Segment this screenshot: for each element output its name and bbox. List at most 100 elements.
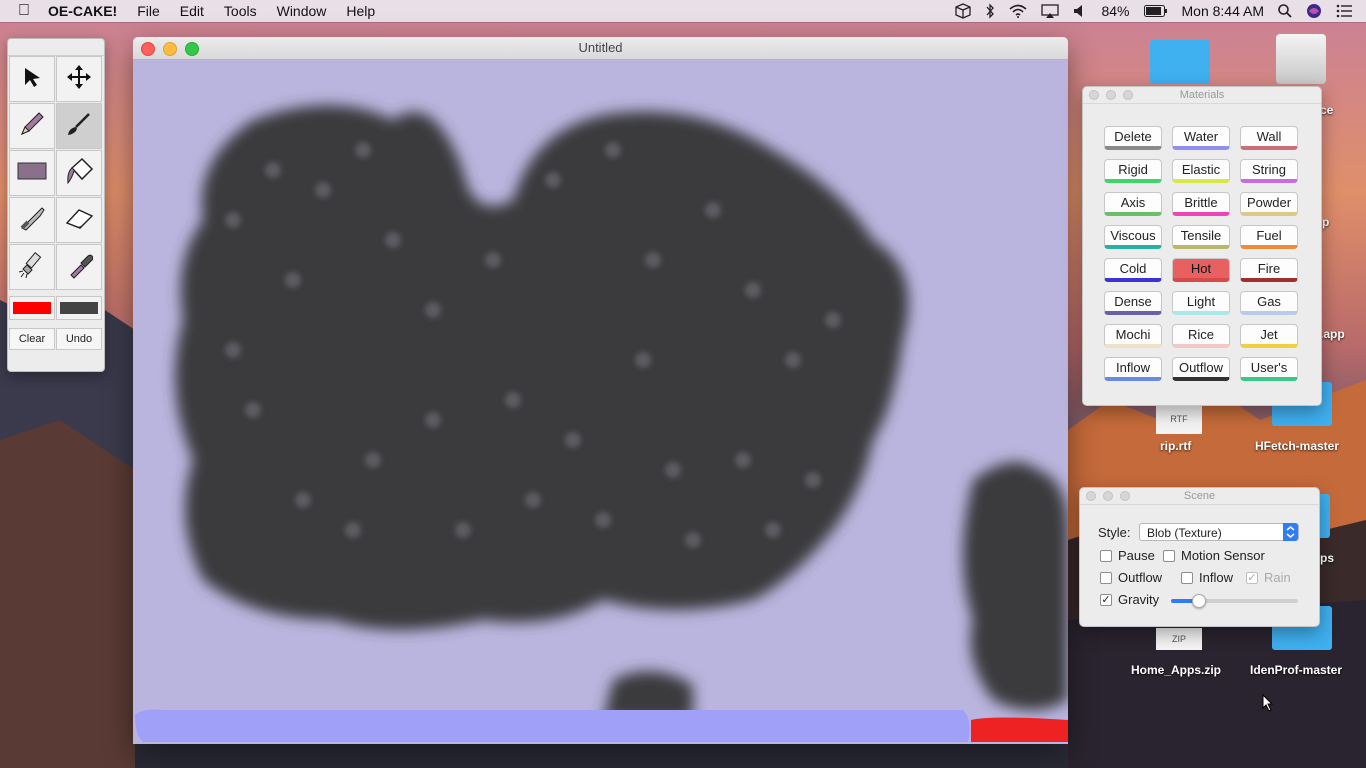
zip-file-icon[interactable]: ZIP xyxy=(1156,628,1202,650)
menu-app-name[interactable]: OE-CAKE! xyxy=(38,0,127,22)
fill-tool-button[interactable] xyxy=(56,150,102,196)
close-button[interactable] xyxy=(141,42,155,56)
desktop-label-home-apps[interactable]: Home_Apps.zip xyxy=(1131,663,1221,677)
material-button-cold[interactable]: Cold xyxy=(1104,258,1162,282)
material-button-powder[interactable]: Powder xyxy=(1240,192,1298,216)
scene-titlebar[interactable]: Scene xyxy=(1080,488,1319,505)
material-button-jet[interactable]: Jet xyxy=(1240,324,1298,348)
material-button-fuel[interactable]: Fuel xyxy=(1240,225,1298,249)
dropper-tool-button[interactable] xyxy=(56,244,102,290)
menu-window[interactable]: Window xyxy=(267,0,337,22)
material-button-inflow[interactable]: Inflow xyxy=(1104,357,1162,381)
primary-color-swatch[interactable] xyxy=(9,296,55,320)
material-button-axis[interactable]: Axis xyxy=(1104,192,1162,216)
outflow-checkbox[interactable]: Outflow xyxy=(1100,570,1162,585)
secondary-color-swatch[interactable] xyxy=(56,296,102,320)
minimize-button[interactable] xyxy=(163,42,177,56)
siri-icon[interactable] xyxy=(1306,3,1322,19)
menu-edit[interactable]: Edit xyxy=(170,0,214,22)
rectangle-tool-button[interactable] xyxy=(9,150,55,196)
main-window: Untitled xyxy=(133,37,1068,744)
close-button[interactable] xyxy=(1089,90,1099,100)
wifi-icon[interactable] xyxy=(1009,4,1027,18)
desktop-label-ce[interactable]: ce xyxy=(1320,103,1333,117)
rain-checkbox[interactable]: ✓ Rain xyxy=(1246,570,1291,585)
material-button-rice[interactable]: Rice xyxy=(1172,324,1230,348)
box-icon[interactable] xyxy=(955,3,972,19)
inflow-checkbox-box[interactable] xyxy=(1181,571,1193,584)
materials-titlebar[interactable]: Materials xyxy=(1083,87,1321,104)
desktop-folder[interactable] xyxy=(1150,40,1210,84)
motion-sensor-checkbox[interactable]: Motion Sensor xyxy=(1163,548,1265,563)
motion-sensor-checkbox-box[interactable] xyxy=(1163,549,1175,562)
gravity-checkbox[interactable]: ✓ Gravity xyxy=(1100,592,1159,607)
desktop-label-hfetch[interactable]: HFetch-master xyxy=(1255,439,1339,453)
palette-titlebar[interactable] xyxy=(8,39,104,56)
desktop-drive-icon[interactable] xyxy=(1276,34,1326,84)
outflow-checkbox-box[interactable] xyxy=(1100,571,1112,584)
move-tool-button[interactable] xyxy=(56,56,102,102)
undo-button[interactable]: Undo xyxy=(56,328,102,350)
menu-file[interactable]: File xyxy=(127,0,170,22)
material-button-brittle[interactable]: Brittle xyxy=(1172,192,1230,216)
brush-tool-button[interactable] xyxy=(56,103,102,149)
clear-button[interactable]: Clear xyxy=(9,328,55,350)
minimize-button[interactable] xyxy=(1106,90,1116,100)
pause-checkbox[interactable]: Pause xyxy=(1100,548,1155,563)
inflow-checkbox[interactable]: Inflow xyxy=(1181,570,1233,585)
material-button-delete[interactable]: Delete xyxy=(1104,126,1162,150)
zoom-button[interactable] xyxy=(1120,491,1130,501)
material-button-water[interactable]: Water xyxy=(1172,126,1230,150)
clock[interactable]: Mon 8:44 AM xyxy=(1182,3,1265,19)
material-button-wall[interactable]: Wall xyxy=(1240,126,1298,150)
close-button[interactable] xyxy=(1086,491,1096,501)
minimize-button[interactable] xyxy=(1103,491,1113,501)
flashlight-tool-button[interactable] xyxy=(9,244,55,290)
zoom-button[interactable] xyxy=(1123,90,1133,100)
bluetooth-icon[interactable] xyxy=(985,3,995,19)
desktop-label-idenprof[interactable]: IdenProf-master xyxy=(1250,663,1342,677)
zoom-button[interactable] xyxy=(185,42,199,56)
material-button-gas[interactable]: Gas xyxy=(1240,291,1298,315)
desktop-label-ps[interactable]: ps xyxy=(1320,551,1334,565)
gravity-slider[interactable] xyxy=(1171,594,1298,608)
menu-tools[interactable]: Tools xyxy=(214,0,267,22)
material-button-light[interactable]: Light xyxy=(1172,291,1230,315)
notification-center-icon[interactable] xyxy=(1336,4,1352,18)
material-button-users[interactable]: User's xyxy=(1240,357,1298,381)
knife-tool-button[interactable] xyxy=(9,197,55,243)
scene-panel: Scene Style: Blob (Texture) Pause Motion… xyxy=(1079,487,1320,627)
battery-icon[interactable] xyxy=(1143,5,1168,17)
pencil-tool-button[interactable] xyxy=(9,103,55,149)
material-button-mochi[interactable]: Mochi xyxy=(1104,324,1162,348)
rtf-file-icon[interactable]: RTF xyxy=(1156,404,1202,434)
desktop-label-p[interactable]: p xyxy=(1322,215,1329,229)
search-icon[interactable] xyxy=(1278,4,1292,18)
material-button-outflow[interactable]: Outflow xyxy=(1172,357,1230,381)
material-button-fire[interactable]: Fire xyxy=(1240,258,1298,282)
airplay-icon[interactable] xyxy=(1041,4,1060,18)
window-titlebar[interactable]: Untitled xyxy=(133,37,1068,60)
pause-checkbox-box[interactable] xyxy=(1100,549,1112,562)
gravity-slider-knob[interactable] xyxy=(1191,594,1206,608)
select-tool-button[interactable] xyxy=(9,56,55,102)
menu-help[interactable]: Help xyxy=(336,0,385,22)
desktop-label-app[interactable]: .app xyxy=(1320,327,1345,341)
rain-checkbox-box[interactable]: ✓ xyxy=(1246,571,1258,584)
material-button-dense[interactable]: Dense xyxy=(1104,291,1162,315)
material-button-viscous[interactable]: Viscous xyxy=(1104,225,1162,249)
style-select[interactable]: Blob (Texture) xyxy=(1139,523,1299,541)
simulation-canvas[interactable] xyxy=(133,60,1068,744)
material-button-rigid[interactable]: Rigid xyxy=(1104,159,1162,183)
eraser-tool-button[interactable] xyxy=(56,197,102,243)
material-button-elastic[interactable]: Elastic xyxy=(1172,159,1230,183)
gravity-checkbox-box[interactable]: ✓ xyxy=(1100,593,1112,606)
volume-icon[interactable] xyxy=(1073,4,1087,18)
material-button-string[interactable]: String xyxy=(1240,159,1298,183)
battery-percent[interactable]: 84% xyxy=(1101,3,1129,19)
desktop-label-rip-rtf[interactable]: rip.rtf xyxy=(1160,439,1191,453)
material-button-tensile[interactable]: Tensile xyxy=(1172,225,1230,249)
simulation-blob xyxy=(133,60,1068,744)
material-button-hot[interactable]: Hot xyxy=(1172,258,1230,282)
apple-icon[interactable]:  xyxy=(0,0,38,22)
